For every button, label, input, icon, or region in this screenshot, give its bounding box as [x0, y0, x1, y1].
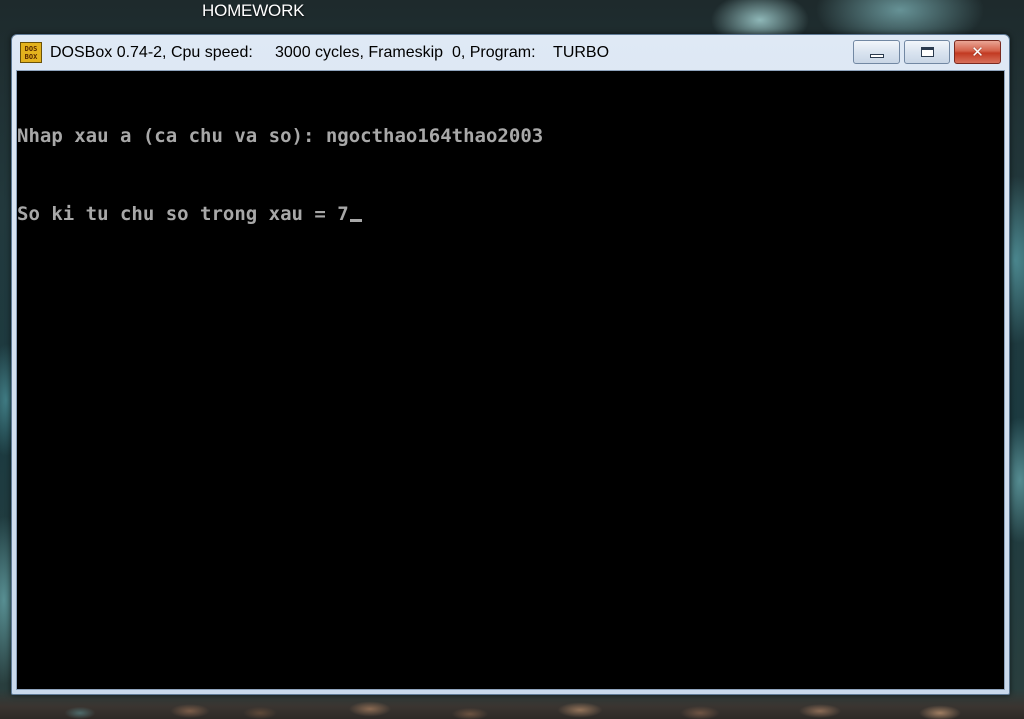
- text-cursor: [349, 219, 362, 222]
- console-line: So ki tu chu so trong xau = 7: [17, 203, 349, 225]
- desktop-folder-label[interactable]: HOMEWORK: [202, 0, 304, 22]
- console-line: Nhap xau a (ca chu va so): ngocthao164th…: [17, 125, 544, 147]
- maximize-icon: [920, 47, 934, 57]
- close-icon: ✕: [971, 42, 984, 61]
- console-line-with-cursor: So ki tu chu so trong xau = 7: [17, 201, 1004, 227]
- dos-console-screen[interactable]: Nhap xau a (ca chu va so): ngocthao164th…: [16, 70, 1005, 690]
- dosbox-icon-text-bottom: BOX: [24, 52, 38, 61]
- console-output: Nhap xau a (ca chu va so): ngocthao164th…: [17, 71, 1004, 279]
- dosbox-window[interactable]: DOS BOX DOSBox 0.74-2, Cpu speed: 3000 c…: [11, 34, 1010, 695]
- maximize-button[interactable]: [904, 40, 950, 64]
- minimize-icon: [869, 54, 884, 58]
- title-bar[interactable]: DOS BOX DOSBox 0.74-2, Cpu speed: 3000 c…: [12, 35, 1009, 71]
- dosbox-icon[interactable]: DOS BOX: [20, 42, 42, 63]
- close-button[interactable]: ✕: [954, 40, 1001, 64]
- minimize-button[interactable]: [853, 40, 900, 64]
- window-title: DOSBox 0.74-2, Cpu speed: 3000 cycles, F…: [50, 44, 610, 61]
- dosbox-icon-text-top: DOS: [24, 44, 38, 53]
